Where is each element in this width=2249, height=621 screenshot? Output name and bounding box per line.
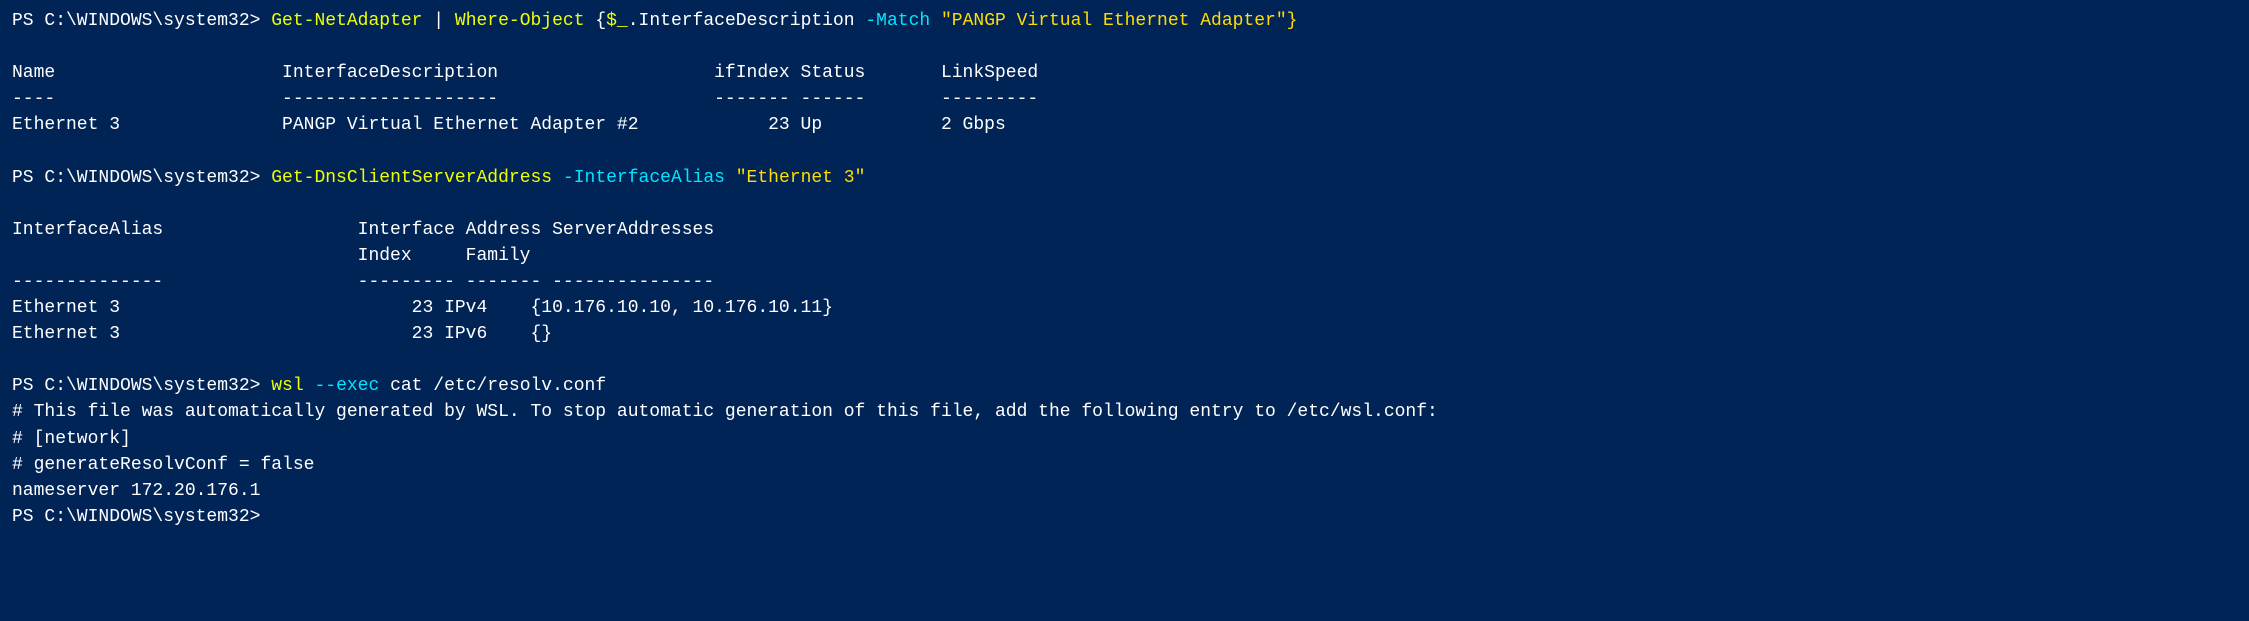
text-segment: PS C:\WINDOWS\system32> <box>12 507 271 527</box>
cmd3: PS C:\WINDOWS\system32> wsl --exec cat /… <box>12 373 2237 399</box>
text-segment: PS C:\WINDOWS\system32> <box>12 376 271 396</box>
text-segment: Ethernet 3 23 IPv4 {10.176.10.10, 10.176… <box>12 298 833 318</box>
text-segment: "PANGP Virtual Ethernet Adapter"} <box>930 11 1297 31</box>
text-segment: Get-DnsClientServerAddress <box>271 168 552 188</box>
comment3: # generateResolvConf = false <box>12 452 2237 478</box>
row1: Ethernet 3 PANGP Virtual Ethernet Adapte… <box>12 112 2237 138</box>
cmd2: PS C:\WINDOWS\system32> Get-DnsClientSer… <box>12 165 2237 191</box>
comment1: # This file was automatically generated … <box>12 399 2237 425</box>
nameserver: nameserver 172.20.176.1 <box>12 478 2237 504</box>
text-segment: # This file was automatically generated … <box>12 402 1438 422</box>
text-segment: | <box>422 11 454 31</box>
blank-line <box>12 138 2237 164</box>
text-segment: -------------- --------- ------- -------… <box>12 272 714 292</box>
text-segment: -InterfaceAlias <box>563 168 725 188</box>
text-segment: PS C:\WINDOWS\system32> <box>12 168 271 188</box>
text-segment <box>304 376 315 396</box>
blank-line <box>12 34 2237 60</box>
text-segment: cat /etc/resolv.conf <box>379 376 606 396</box>
text-segment: Ethernet 3 23 IPv6 {} <box>12 324 552 344</box>
cmd1: PS C:\WINDOWS\system32> Get-NetAdapter |… <box>12 8 2237 34</box>
text-segment: Ethernet 3 PANGP Virtual Ethernet Adapte… <box>12 115 1006 135</box>
text-segment: Where-Object <box>455 11 585 31</box>
text-segment: .InterfaceDescription <box>628 11 866 31</box>
text-segment: PS C:\WINDOWS\system32> <box>12 11 271 31</box>
text-segment: # generateResolvConf = false <box>12 455 314 475</box>
text-segment <box>552 168 563 188</box>
text-segment: --exec <box>314 376 379 396</box>
row2b: Ethernet 3 23 IPv6 {} <box>12 321 2237 347</box>
text-segment: ---- -------------------- ------- ------… <box>12 89 1038 109</box>
text-segment: Name InterfaceDescription ifIndex Status… <box>12 63 1038 83</box>
terminal-window: PS C:\WINDOWS\system32> Get-NetAdapter |… <box>12 8 2237 530</box>
sep2: -------------- --------- ------- -------… <box>12 269 2237 295</box>
text-segment: InterfaceAlias Interface Address ServerA… <box>12 220 714 240</box>
header1: Name InterfaceDescription ifIndex Status… <box>12 60 2237 86</box>
header2a: InterfaceAlias Interface Address ServerA… <box>12 217 2237 243</box>
header2b: Index Family <box>12 243 2237 269</box>
prompt_end: PS C:\WINDOWS\system32> <box>12 504 2237 530</box>
text-segment: wsl <box>271 376 303 396</box>
blank-line <box>12 191 2237 217</box>
text-segment: -Match <box>865 11 930 31</box>
text-segment: "Ethernet 3" <box>725 168 865 188</box>
text-segment: Get-NetAdapter <box>271 11 422 31</box>
blank-line <box>12 347 2237 373</box>
sep1: ---- -------------------- ------- ------… <box>12 86 2237 112</box>
text-segment: # [network] <box>12 429 131 449</box>
text-segment: { <box>585 11 607 31</box>
text-segment: Index Family <box>12 246 530 266</box>
row2a: Ethernet 3 23 IPv4 {10.176.10.10, 10.176… <box>12 295 2237 321</box>
comment2: # [network] <box>12 426 2237 452</box>
text-segment: nameserver 172.20.176.1 <box>12 481 260 501</box>
text-segment: $_ <box>606 11 628 31</box>
